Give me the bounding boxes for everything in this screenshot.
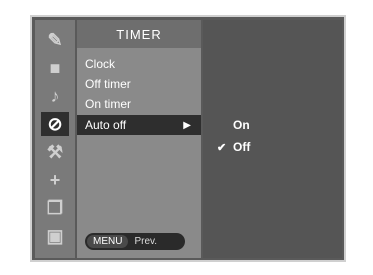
option-label: On (233, 118, 250, 132)
timer-menu: TIMER Clock Off timer On timer Auto off … (77, 20, 201, 258)
lock-icon[interactable]: ▣ (41, 224, 69, 248)
option-icon[interactable]: ⚒ (41, 140, 69, 164)
menu-title: TIMER (77, 20, 201, 48)
option-on[interactable]: On (217, 115, 317, 135)
menu-item-label: Off timer (85, 77, 131, 91)
menu-item-label: Auto off (85, 118, 127, 132)
screen-icon[interactable]: ■ (41, 56, 69, 80)
auto-off-submenu: On ✔ Off (203, 20, 342, 258)
setup-icon[interactable]: + (41, 168, 69, 192)
option-label: Off (233, 140, 251, 154)
menu-prev-button[interactable]: MENU Prev. (85, 233, 185, 250)
time-icon[interactable]: ⊘ (41, 112, 69, 136)
menu-item-label: Clock (85, 57, 116, 71)
menu-item-off-timer[interactable]: Off timer (77, 74, 201, 94)
menu-item-on-timer[interactable]: On timer (77, 94, 201, 114)
audio-icon[interactable]: ♪ (41, 84, 69, 108)
category-icon-bar: ✎ ■ ♪ ⊘ ⚒ + ❐ ▣ (35, 20, 75, 258)
menu-item-label: On timer (85, 97, 132, 111)
prev-label: Prev. (134, 236, 158, 247)
menu-item-auto-off[interactable]: Auto off ▶ (77, 115, 201, 135)
osd-menu-frame: ✎ ■ ♪ ⊘ ⚒ + ❐ ▣ TIMER Clock Off timer On… (30, 15, 346, 262)
menu-item-clock[interactable]: Clock (77, 54, 201, 74)
picture-icon[interactable]: ✎ (41, 28, 69, 52)
check-icon: ✔ (217, 141, 227, 154)
input-icon[interactable]: ❐ (41, 196, 69, 220)
option-off[interactable]: ✔ Off (217, 137, 317, 157)
arrow-right-icon: ▶ (183, 119, 191, 131)
menu-key-label: MENU (87, 235, 129, 248)
